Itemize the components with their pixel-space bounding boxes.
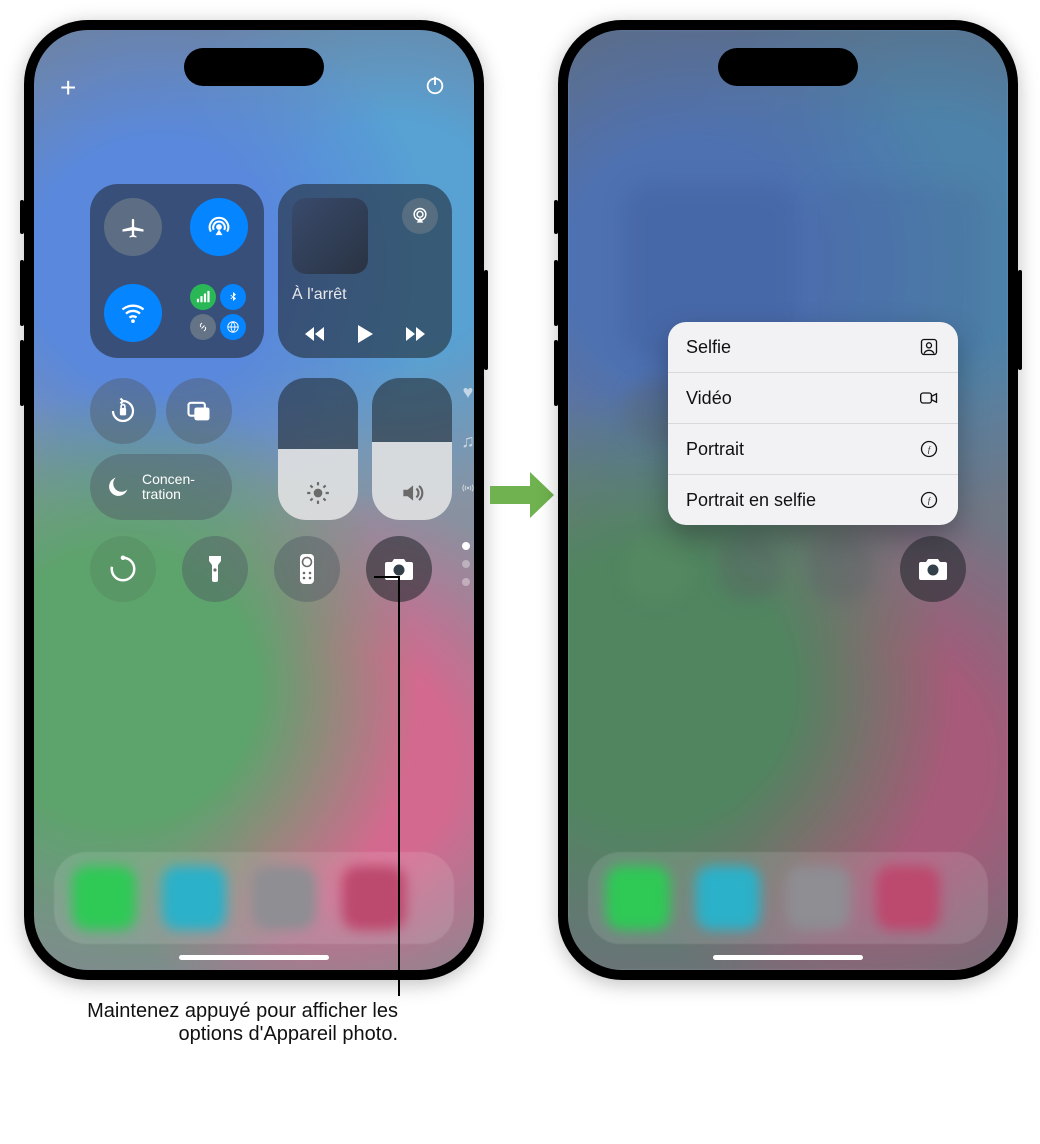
home-indicator[interactable]: [179, 955, 329, 960]
rewind-button[interactable]: [304, 324, 328, 344]
power-button[interactable]: [424, 74, 446, 96]
play-icon: [356, 324, 374, 344]
play-button[interactable]: [356, 324, 374, 344]
dynamic-island: [184, 48, 324, 86]
phone-right: Selfie Vidéo Portrait f: [558, 20, 1018, 980]
control-center-page-dots[interactable]: [462, 542, 470, 586]
menu-item-label: Portrait en selfie: [686, 490, 816, 511]
power-icon: [424, 74, 446, 96]
rewind-icon: [304, 324, 328, 344]
slider-category-icons: ♥ ♫: [460, 382, 474, 496]
transition-arrow: [488, 468, 556, 522]
airplay-button[interactable]: [402, 198, 438, 234]
airdrop-icon: [205, 213, 233, 241]
video-icon: [918, 387, 940, 409]
camera-quick-actions-menu: Selfie Vidéo Portrait f: [668, 322, 958, 525]
now-playing-artwork: [292, 198, 368, 274]
focus-button[interactable]: Concen- tration: [90, 454, 232, 520]
apple-tv-remote-icon: [298, 553, 316, 585]
screen-mirroring-button[interactable]: [166, 378, 232, 444]
callout-leader-line: [398, 576, 400, 996]
timer-button[interactable]: [90, 536, 156, 602]
media-controls-group[interactable]: À l'arrêt: [278, 184, 452, 358]
wifi-icon: [119, 299, 147, 327]
home-indicator[interactable]: [713, 955, 863, 960]
forward-icon: [402, 324, 426, 344]
svg-text:f: f: [928, 496, 932, 505]
menu-item-portrait-selfie[interactable]: Portrait en selfie f: [668, 474, 958, 525]
camera-icon: [917, 556, 949, 582]
phone-left: +: [24, 20, 484, 980]
sun-icon: [305, 480, 331, 506]
wifi-toggle[interactable]: [104, 284, 162, 342]
apple-tv-remote-button[interactable]: [274, 536, 340, 602]
menu-item-label: Vidéo: [686, 388, 732, 409]
signal-icon: [190, 284, 216, 310]
media-status-label: À l'arrêt: [292, 286, 347, 304]
menu-item-label: Selfie: [686, 337, 731, 358]
aperture-icon: f: [918, 489, 940, 511]
antenna-icon: [460, 480, 474, 496]
add-control-button[interactable]: +: [60, 74, 76, 102]
bluetooth-icon: [220, 284, 246, 310]
airplane-icon: [119, 213, 147, 241]
timer-icon: [108, 554, 138, 584]
connectivity-more[interactable]: [188, 282, 250, 344]
aperture-icon: f: [918, 438, 940, 460]
screen-left: +: [34, 30, 474, 970]
volume-slider[interactable]: [372, 378, 452, 520]
speaker-icon: [399, 480, 425, 506]
dock-blurred: [54, 852, 454, 944]
airplane-mode-toggle[interactable]: [104, 198, 162, 256]
menu-item-selfie[interactable]: Selfie: [668, 322, 958, 372]
moon-icon: [104, 473, 132, 501]
dock-blurred: [588, 852, 988, 944]
airdrop-toggle[interactable]: [190, 198, 248, 256]
svg-text:f: f: [928, 445, 932, 454]
rotation-lock-button[interactable]: [90, 378, 156, 444]
heart-icon: ♥: [463, 382, 474, 403]
brightness-slider[interactable]: [278, 378, 358, 520]
airplay-icon: [410, 206, 430, 226]
camera-button-pressed[interactable]: [900, 536, 966, 602]
music-note-icon: ♫: [461, 431, 474, 452]
link-icon: [190, 314, 216, 340]
dynamic-island: [718, 48, 858, 86]
menu-item-video[interactable]: Vidéo: [668, 372, 958, 423]
flashlight-icon: [206, 554, 224, 584]
connectivity-group[interactable]: [90, 184, 264, 358]
focus-label: Concen- tration: [142, 472, 195, 501]
menu-item-portrait[interactable]: Portrait f: [668, 423, 958, 474]
flashlight-button[interactable]: [182, 536, 248, 602]
globe-icon: [220, 314, 246, 340]
rotation-lock-icon: [108, 396, 138, 426]
screen-right: Selfie Vidéo Portrait f: [568, 30, 1008, 970]
callout-caption: Maintenez appuyé pour afficher les optio…: [78, 1000, 398, 1046]
menu-item-label: Portrait: [686, 439, 744, 460]
person-square-icon: [918, 336, 940, 358]
screen-mirror-icon: [185, 397, 213, 425]
forward-button[interactable]: [402, 324, 426, 344]
